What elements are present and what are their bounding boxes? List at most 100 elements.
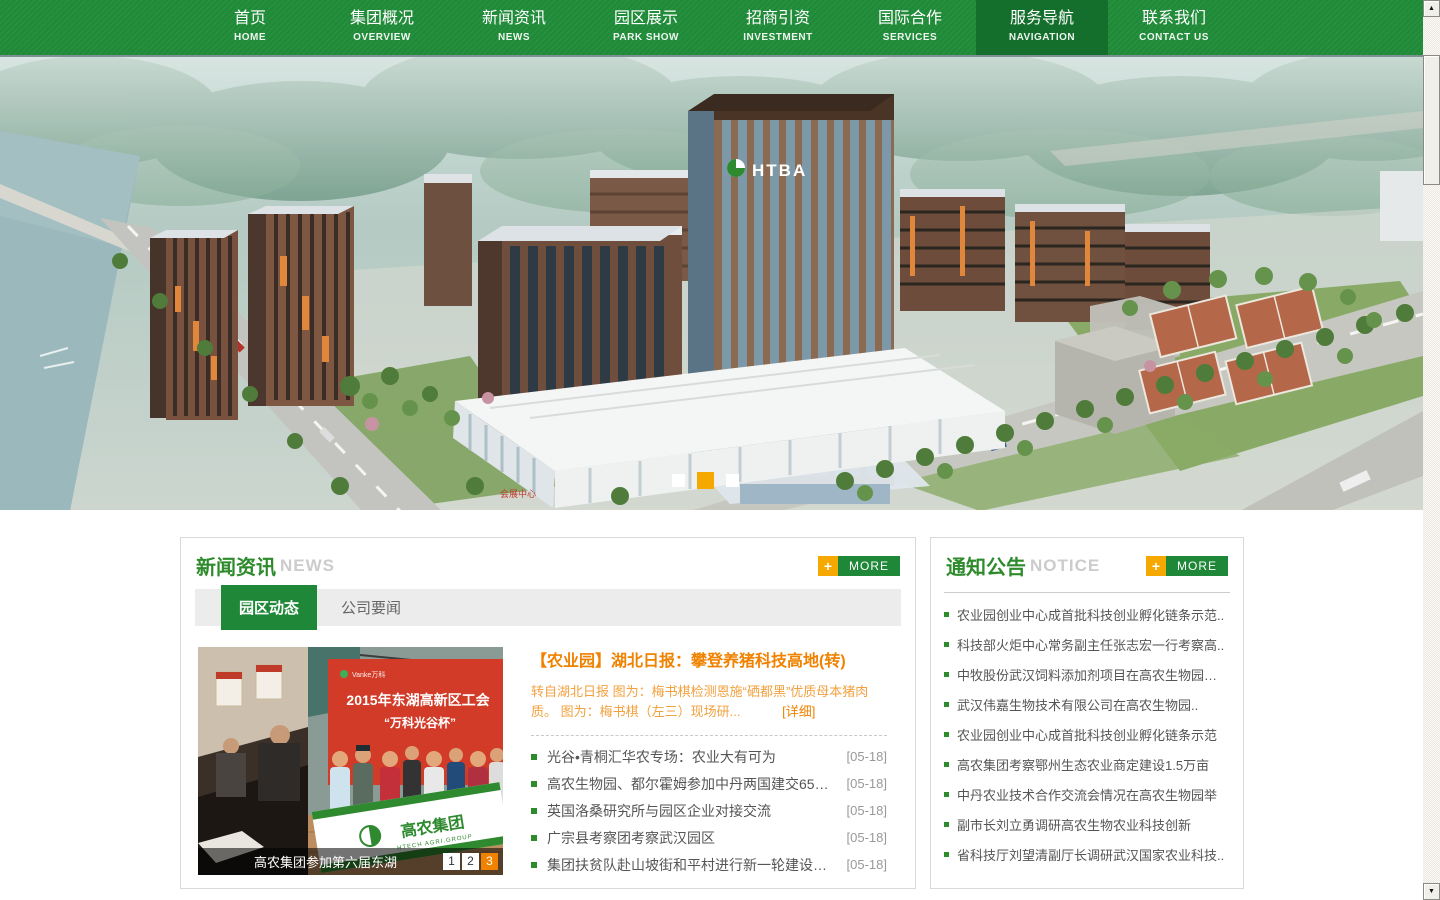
carousel-dot[interactable] [726,474,739,487]
banner-title-line1: 2015年东湖高新区工会 [346,692,490,708]
photo-page-number[interactable]: 1 [443,853,460,870]
news-tab[interactable]: 公司要闻 [317,597,425,618]
news-title-zh: 新闻资讯 [196,551,276,580]
photo-page-number[interactable]: 2 [462,853,479,870]
news-list: 光谷•青桐汇华农专场：农业大有可为 [05-18] 高农生物园、都尔霍姆参加中丹… [531,743,887,878]
nav-item-label-zh: 新闻资讯 [448,9,580,29]
bullet-icon [944,852,949,857]
bullet-icon [531,862,537,868]
news-list-item[interactable]: 光谷•青桐汇华农专场：农业大有可为 [05-18] [531,743,887,770]
news-title-en: NEWS [280,556,335,576]
news-list-item[interactable]: 广宗县考察团考察武汉园区 [05-18] [531,824,887,851]
notice-item-title[interactable]: 省科技厅刘望清副厅长调研武汉国家农业科技.. [957,845,1224,864]
news-photo-slide[interactable]: Vanke万科 2015年东湖高新区工会 “万科光谷杯” [198,647,503,875]
news-item-title[interactable]: 高农生物园、都尔霍姆参加中丹两国建交65周… [547,774,839,794]
scrollbar-up-icon[interactable]: ▲ [1423,0,1440,17]
nav-item[interactable]: 招商引资 INVESTMENT [712,0,844,55]
notice-list-item[interactable]: 省科技厅刘望清副厅长调研武汉国家农业科技.. [931,839,1243,869]
notice-item-title[interactable]: 高农集团考察鄂州生态农业商定建设1.5万亩 [957,755,1209,774]
exhibition-center-label: 会展中心 [500,488,536,499]
news-list-item[interactable]: 英国洛桑研究所与园区企业对接交流 [05-18] [531,797,887,824]
notice-item-title[interactable]: 农业园创业中心成首批科技创业孵化链条示范.. [957,605,1224,624]
photo-caption-text[interactable]: 高农集团参加第六届东湖 [208,852,443,871]
notice-list: 农业园创业中心成首批科技创业孵化链条示范.. 科技部火炬中心常务副主任张志宏一行… [931,599,1243,869]
notice-list-item[interactable]: 武汉伟嘉生物技术有限公司在高农生物园.. [931,689,1243,719]
notice-item-title[interactable]: 科技部火炬中心常务副主任张志宏一行考察高.. [957,635,1224,654]
news-more-button[interactable]: + MORE [818,556,900,576]
notice-list-item[interactable]: 农业园创业中心成首批科技创业孵化链条示范.. [931,599,1243,629]
notice-list-item[interactable]: 科技部火炬中心常务副主任张志宏一行考察高.. [931,629,1243,659]
news-list-item[interactable]: 高农生物园、都尔霍姆参加中丹两国建交65周… [05-18] [531,770,887,797]
carousel-dot[interactable] [697,472,714,489]
notice-list-item[interactable]: 中牧股份武汉饲料添加剂项目在高农生物园开..… [931,659,1243,689]
news-list-item[interactable]: 集团扶贫队赴山坡街和平村进行新一轮建设工作 [05-18] [531,851,887,878]
notice-item-title[interactable]: 农业园创业中心成首批科技创业孵化链条示范 [957,725,1217,744]
featured-news-text: 转自湖北日报 图为：梅书棋检测恩施“硒都黑”优质母本猪肉质。 图为：梅书棋（左三… [531,684,868,719]
notice-title-zh: 通知公告 [946,551,1026,580]
nav-item-label-zh: 首页 [184,9,316,29]
nav-item-label-en: PARK SHOW [580,32,712,43]
bullet-icon [944,732,949,737]
notice-list-item[interactable]: 高农集团考察鄂州生态农业商定建设1.5万亩 [931,749,1243,779]
news-item-date: [05-18] [847,830,887,845]
carousel-dot[interactable] [672,474,685,487]
scrollbar-thumb[interactable] [1423,55,1440,185]
bullet-icon [944,612,949,617]
nav-item-label-en: OVERVIEW [316,32,448,43]
news-item-date: [05-18] [847,803,887,818]
bullet-icon [531,808,537,814]
more-label: MORE [838,556,900,576]
notice-list-item[interactable]: 农业园创业中心成首批科技创业孵化链条示范 [931,719,1243,749]
news-item-title[interactable]: 英国洛桑研究所与园区企业对接交流 [547,801,839,821]
nav-item[interactable]: 国际合作 SERVICES [844,0,976,55]
bullet-icon [944,792,949,797]
bullet-icon [944,642,949,647]
nav-item-label-zh: 集团概况 [316,9,448,29]
news-item-title[interactable]: 光谷•青桐汇华农专场：农业大有可为 [547,747,839,767]
nav-item[interactable]: 集团概况 OVERVIEW [316,0,448,55]
notice-list-item[interactable]: 中丹农业技术合作交流会情况在高农生物园举 [931,779,1243,809]
banner-title-line2: “万科光谷杯” [384,715,456,730]
page: 首页 HOME 集团概况 OVERVIEW 新闻资讯 NEWS 园区展示 PAR… [0,0,1440,900]
notice-item-title[interactable]: 副市长刘立勇调研高农生物农业科技创新 [957,815,1191,834]
news-item-date: [05-18] [847,857,887,872]
featured-news-title[interactable]: 【农业园】湖北日报：攀登养猪科技高地(转) [531,647,887,671]
hero-illustration: HTBA 会展中心 [0,57,1423,510]
photo-page-number[interactable]: 3 [481,853,498,870]
hero-carousel-indicators [672,472,739,489]
nav-item-label-zh: 国际合作 [844,9,976,29]
notice-more-button[interactable]: + MORE [1146,556,1228,576]
notice-item-title[interactable]: 武汉伟嘉生物技术有限公司在高农生物园.. [957,695,1198,714]
notice-title-en: NOTICE [1030,556,1100,576]
news-item-date: [05-18] [847,776,887,791]
featured-news-summary: 转自湖北日报 图为：梅书棋检测恩施“硒都黑”优质母本猪肉质。 图为：梅书棋（左三… [531,682,887,722]
vertical-scrollbar[interactable]: ▲ ▼ [1423,0,1440,900]
news-item-date: [05-18] [847,749,887,764]
news-header: 新闻资讯 NEWS + MORE [181,538,915,586]
notice-item-title[interactable]: 中牧股份武汉饲料添加剂项目在高农生物园开..… [957,665,1230,684]
htba-logo-text: HTBA [752,161,807,180]
scrollbar-down-icon[interactable]: ▼ [1423,883,1440,900]
hero-banner: HTBA 会展中心 [0,55,1423,510]
nav-item[interactable]: 园区展示 PARK SHOW [580,0,712,55]
notice-list-item[interactable]: 副市长刘立勇调研高农生物农业科技创新 [931,809,1243,839]
notice-item-title[interactable]: 中丹农业技术合作交流会情况在高农生物园举 [957,785,1217,804]
notice-section: 通知公告 NOTICE + MORE 农业园创业中心成首批科技创业孵化链条示范.… [930,537,1244,889]
nav-item[interactable]: 服务导航 NAVIGATION [976,0,1108,55]
news-item-title[interactable]: 集团扶贫队赴山坡街和平村进行新一轮建设工作 [547,855,839,875]
news-tab[interactable]: 园区动态 [221,585,317,630]
nav-item[interactable]: 新闻资讯 NEWS [448,0,580,55]
nav-item-label-zh: 招商引资 [712,9,844,29]
news-item-title[interactable]: 广宗县考察团考察武汉园区 [547,828,839,848]
news-body: Vanke万科 2015年东湖高新区工会 “万科光谷杯” [181,626,915,878]
news-right-column: 【农业园】湖北日报：攀登养猪科技高地(转) 转自湖北日报 图为：梅书棋检测恩施“… [531,647,887,878]
notice-divider [944,592,1230,593]
more-label: MORE [1166,556,1228,576]
nav-item[interactable]: 联系我们 CONTACT US [1108,0,1240,55]
plus-icon: + [1146,556,1166,576]
nav-item[interactable]: 首页 HOME [184,0,316,55]
news-section: 新闻资讯 NEWS + MORE 园区动态公司要闻 [180,537,916,889]
photo-caption-bar: 高农集团参加第六届东湖 123 [198,848,503,875]
featured-detail-link[interactable]: [详细] [782,704,815,719]
photo-pager: 123 [443,853,498,870]
